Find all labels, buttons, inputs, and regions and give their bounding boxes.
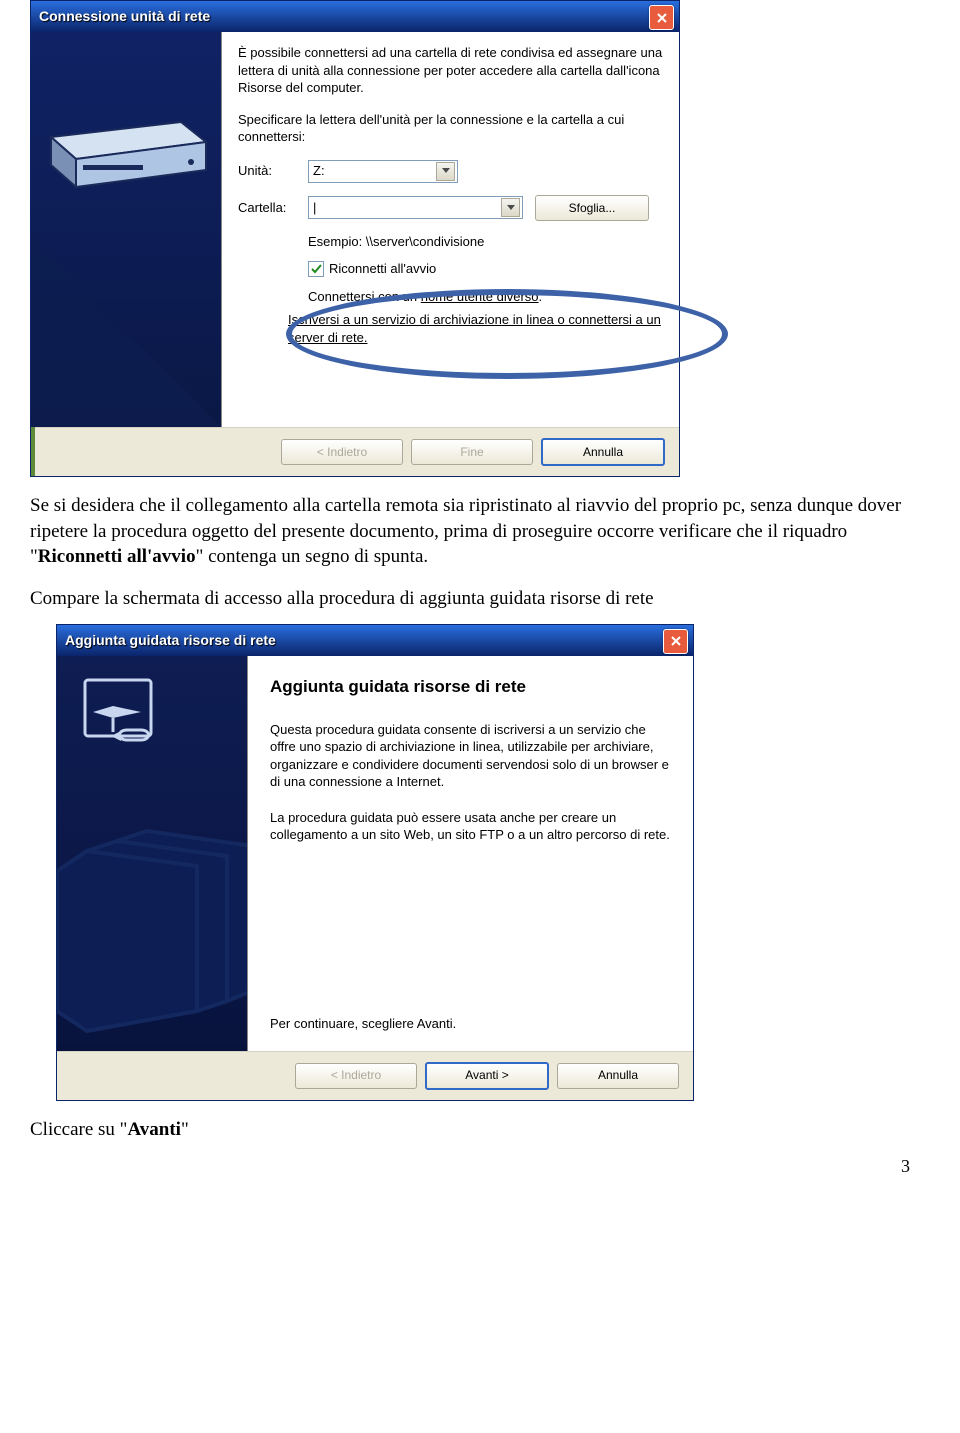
specify-text: Specificare la lettera dell'unità per la… [238, 111, 663, 146]
intro-text: È possibile connettersi ad una cartella … [238, 44, 663, 97]
wizard-heading: Aggiunta guidata risorse di rete [270, 676, 671, 699]
subscribe-link-area: Iscriversi a un servizio di archiviazion… [288, 311, 663, 346]
reconnect-label: Riconnetti all'avvio [329, 260, 436, 278]
close-button[interactable] [663, 629, 688, 654]
back-button: < Indietro [295, 1063, 417, 1089]
finish-button: Fine [411, 439, 533, 465]
alt-user-line: Connettersi con un nome utente diverso. [308, 288, 663, 306]
reconnect-checkbox[interactable] [308, 261, 324, 277]
network-drive-dialog: Connessione unità di rete È possibile co… [30, 0, 680, 477]
page-number: 3 [0, 1154, 910, 1178]
cancel-button[interactable]: Annulla [557, 1063, 679, 1089]
close-button[interactable] [649, 5, 674, 30]
example-text: Esempio: \\server\condivisione [308, 233, 663, 251]
close-icon [670, 635, 682, 647]
folder-combo[interactable]: | [308, 196, 523, 219]
folder-value: | [313, 199, 499, 217]
dialog-title: Connessione unità di rete [39, 7, 210, 26]
dialog-sidebar [31, 32, 222, 427]
chevron-down-icon [436, 162, 455, 181]
folders-bg-icon [57, 811, 248, 1051]
network-drive-icon [41, 87, 211, 207]
body-paragraph-2: Compare la schermata di accesso alla pro… [30, 586, 930, 612]
drive-label: Unità: [238, 162, 308, 180]
cancel-button[interactable]: Annulla [541, 438, 665, 466]
body-paragraph-1: Se si desidera che il collegamento alla … [30, 493, 930, 570]
network-folder-icon [81, 676, 159, 750]
alt-user-link[interactable]: nome utente diverso [421, 289, 539, 304]
wizard-text-2: La procedura guidata può essere usata an… [270, 809, 671, 844]
check-icon [311, 264, 322, 275]
drive-value: Z: [313, 162, 434, 180]
folder-label: Cartella: [238, 199, 308, 217]
close-icon [656, 12, 668, 24]
wizard-text-1: Questa procedura guidata consente di isc… [270, 721, 671, 791]
drive-select[interactable]: Z: [308, 160, 458, 183]
next-button[interactable]: Avanti > [425, 1062, 549, 1090]
titlebar: Aggiunta guidata risorse di rete [57, 625, 693, 656]
dialog-title: Aggiunta guidata risorse di rete [65, 631, 276, 650]
subscribe-link[interactable]: Iscriversi a un servizio di archiviazion… [288, 312, 661, 345]
add-network-place-dialog: Aggiunta guidata risorse di rete [56, 624, 694, 1101]
wizard-continue: Per continuare, scegliere Avanti. [270, 1015, 671, 1033]
titlebar: Connessione unità di rete [31, 1, 679, 32]
dialog-sidebar [57, 656, 248, 1051]
body-paragraph-3: Cliccare su "Avanti" [30, 1117, 930, 1143]
back-button: < Indietro [281, 439, 403, 465]
chevron-down-icon [501, 198, 520, 217]
browse-button[interactable]: Sfoglia... [535, 195, 649, 221]
